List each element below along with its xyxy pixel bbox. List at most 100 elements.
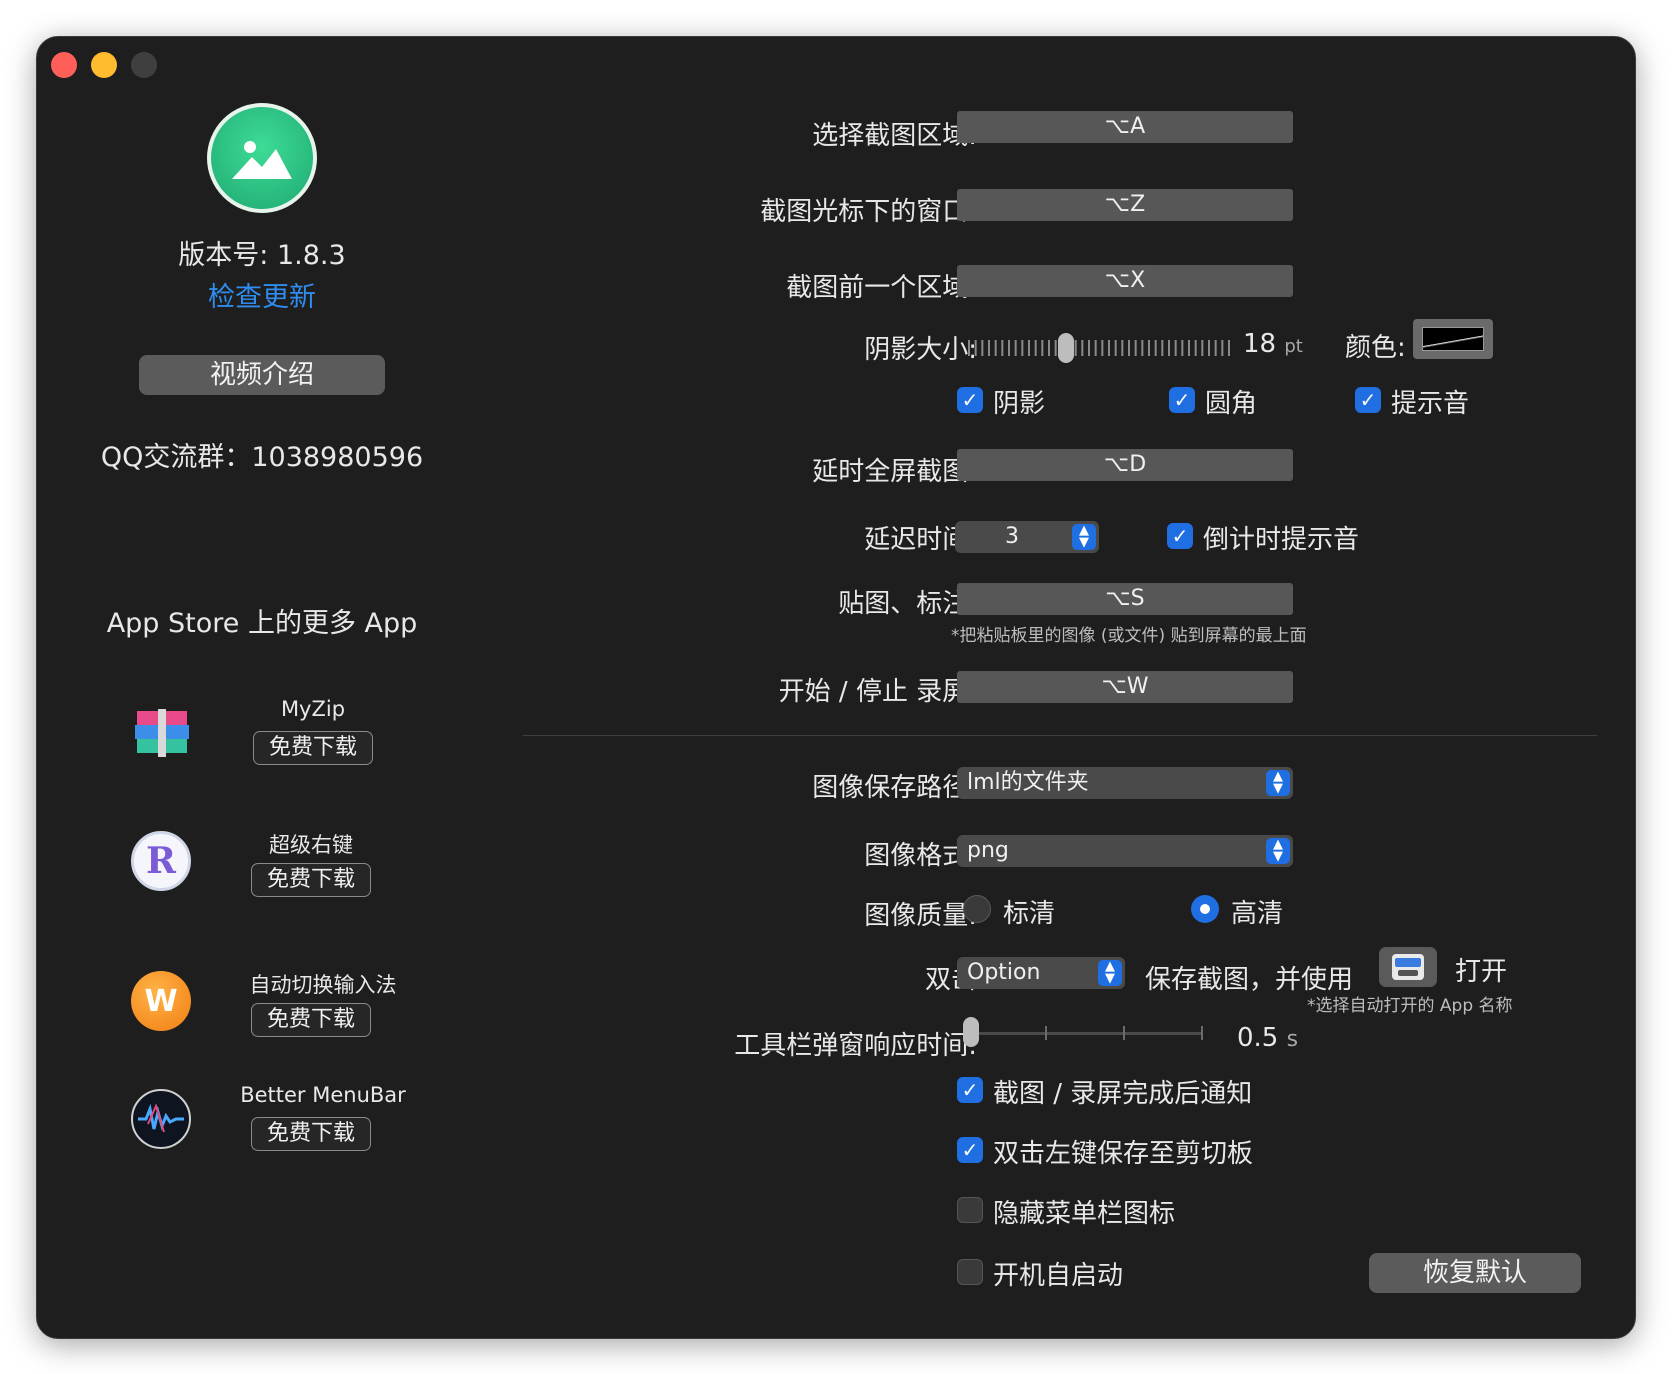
double-left-clipboard-label: 双击左键保存至剪切板	[993, 1133, 1253, 1170]
preferences-window: 版本号: 1.8.3 检查更新 视频介绍 QQ交流群：1038980596 Ap…	[36, 36, 1636, 1339]
shadow-size-slider-thumb[interactable]	[1058, 333, 1074, 363]
countdown-sound-checkbox[interactable]: ✓	[1167, 523, 1193, 549]
format-dropdown-icon: ▲▼	[1266, 838, 1290, 864]
app-name-better-menubar: Better MenuBar	[223, 1083, 423, 1107]
qq-group-label: QQ交流群：1038980596	[37, 435, 487, 474]
countdown-sound-label: 倒计时提示音	[1203, 519, 1359, 556]
rounded-corner-checkbox-label: 圆角	[1205, 383, 1257, 420]
toolbar-response-slider[interactable]	[963, 1015, 1207, 1051]
open-with-app-button[interactable]	[1379, 947, 1437, 987]
check-update-link[interactable]: 检查更新	[37, 275, 487, 314]
window-under-cursor-hotkey-field[interactable]: ⌥Z	[957, 189, 1293, 221]
toolbar-response-label: 工具栏弹窗响应时间:	[477, 1025, 977, 1062]
slider-tick	[1035, 340, 1037, 356]
restore-defaults-button[interactable]: 恢复默认	[1369, 1253, 1581, 1293]
slider-tick	[1148, 340, 1150, 356]
select-area-hotkey-field[interactable]: ⌥A	[957, 111, 1293, 143]
slider-tick	[1028, 340, 1030, 356]
preview-app-icon	[1392, 954, 1424, 980]
toolbar-response-number: 0.5	[1237, 1023, 1278, 1053]
delayed-fullscreen-label: 延时全屏截图:	[477, 451, 977, 488]
slider-tick	[1021, 340, 1023, 356]
slider-tick	[1195, 340, 1197, 356]
save-path-select[interactable]: lml的文件夹 ▲▼	[957, 767, 1293, 799]
hide-menubar-icon-label: 隐藏菜单栏图标	[993, 1193, 1175, 1230]
delayed-fullscreen-hotkey-field[interactable]: ⌥D	[957, 449, 1293, 481]
notify-checkbox[interactable]: ✓	[957, 1077, 983, 1103]
minimize-window-button[interactable]	[91, 52, 117, 78]
slider-tick	[975, 340, 977, 356]
slider-tick	[1008, 340, 1010, 356]
open-label: 打开	[1455, 951, 1507, 988]
slider-tick	[1128, 340, 1130, 356]
double-left-clipboard-checkbox[interactable]: ✓	[957, 1137, 983, 1163]
save-path-label: 图像保存路径:	[477, 767, 977, 804]
shadow-size-value: 18 pt	[1243, 329, 1303, 359]
super-right-click-icon: R	[131, 831, 191, 891]
app-name-super-right-click: 超级右键	[211, 829, 411, 859]
quality-standard-label: 标清	[1003, 893, 1055, 930]
sound-checkbox[interactable]: ✓	[1355, 387, 1381, 413]
pin-annotate-hint: *把粘贴板里的图像 (或文件) 贴到屏幕的最上面	[951, 621, 1307, 646]
format-label: 图像格式:	[477, 835, 977, 872]
slider-tick	[1221, 340, 1223, 356]
rounded-corner-checkbox[interactable]: ✓	[1169, 387, 1195, 413]
record-label: 开始 / 停止 录屏:	[477, 671, 977, 708]
double-click-modifier-value: Option	[967, 960, 1040, 985]
hide-menubar-icon-checkbox[interactable]	[957, 1197, 983, 1223]
shadow-size-slider-track	[965, 333, 1233, 363]
shadow-size-slider[interactable]	[965, 333, 1233, 363]
slider-tick	[1081, 340, 1083, 356]
slider-tick	[1123, 1026, 1125, 1040]
stepper-arrows-icon[interactable]: ▲▼	[1072, 524, 1096, 550]
quality-high-radio[interactable]	[1191, 895, 1219, 923]
slider-line	[967, 1032, 1203, 1035]
slider-tick	[1208, 340, 1210, 356]
shadow-size-unit: pt	[1284, 336, 1302, 357]
download-better-menubar-button[interactable]: 免费下载	[251, 1117, 371, 1151]
toolbar-response-slider-track	[963, 1015, 1207, 1051]
video-intro-button[interactable]: 视频介绍	[139, 355, 385, 395]
save-path-dropdown-icon: ▲▼	[1266, 770, 1290, 796]
delay-time-stepper[interactable]: 3 ▲▼	[955, 521, 1099, 553]
more-apps-title: App Store 上的更多 App	[37, 601, 487, 640]
pin-annotate-hotkey-field[interactable]: ⌥S	[957, 583, 1293, 615]
slider-tick	[1121, 340, 1123, 356]
double-click-modifier-select[interactable]: Option ▲▼	[957, 957, 1125, 989]
open-app-hint: *选择自动打开的 App 名称	[1307, 991, 1513, 1016]
slider-tick	[1201, 1026, 1203, 1040]
shadow-checkbox[interactable]: ✓	[957, 387, 983, 413]
input-switch-icon: W	[131, 971, 191, 1031]
zoom-window-button[interactable]	[131, 52, 157, 78]
slider-tick	[1161, 340, 1163, 356]
slider-tick	[1001, 340, 1003, 356]
toolbar-response-slider-thumb[interactable]	[963, 1017, 979, 1047]
shadow-size-label: 阴影大小:	[477, 329, 977, 366]
slider-tick	[988, 340, 990, 356]
launch-at-login-checkbox[interactable]	[957, 1259, 983, 1285]
slider-tick	[1015, 340, 1017, 356]
record-hotkey-field[interactable]: ⌥W	[957, 671, 1293, 703]
slider-tick	[1175, 340, 1177, 356]
download-super-right-click-button[interactable]: 免费下载	[251, 863, 371, 897]
slider-tick	[1215, 340, 1217, 356]
slider-tick	[1181, 340, 1183, 356]
slider-tick	[1088, 340, 1090, 356]
quality-label: 图像质量:	[477, 895, 977, 932]
format-select[interactable]: png ▲▼	[957, 835, 1293, 867]
color-swatch	[1422, 327, 1484, 351]
quality-standard-radio[interactable]	[963, 895, 991, 923]
close-window-button[interactable]	[51, 52, 77, 78]
save-path-value: lml的文件夹	[967, 770, 1089, 795]
shadow-color-well[interactable]	[1413, 319, 1493, 359]
download-input-switch-button[interactable]: 免费下载	[251, 1003, 371, 1037]
double-click-label: 双击	[477, 959, 977, 996]
section-divider	[523, 735, 1597, 736]
sound-checkbox-label: 提示音	[1391, 383, 1469, 420]
notify-label: 截图 / 录屏完成后通知	[993, 1073, 1252, 1110]
myzip-icon	[131, 707, 195, 761]
slider-tick	[1155, 340, 1157, 356]
previous-area-hotkey-field[interactable]: ⌥X	[957, 265, 1293, 297]
download-myzip-button[interactable]: 免费下载	[253, 731, 373, 765]
better-menubar-icon	[131, 1089, 191, 1149]
